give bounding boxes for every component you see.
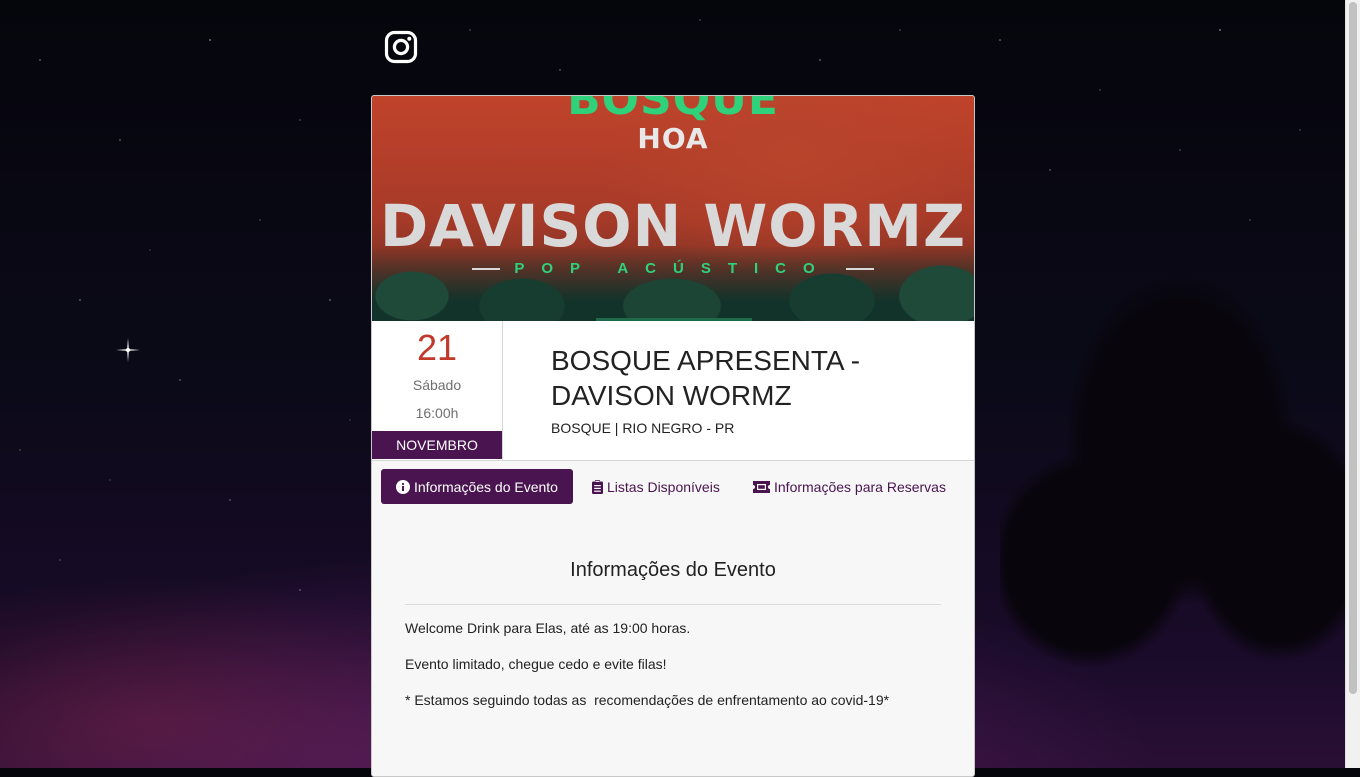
page-scrollbar[interactable] xyxy=(1345,0,1360,768)
event-weekday: Sábado xyxy=(412,377,462,393)
tab-lists[interactable]: Listas Disponíveis xyxy=(577,469,735,504)
event-tabs: Informações do Evento Listas Disponíveis… xyxy=(372,461,974,511)
section-paragraph: Welcome Drink para Elas, até as 19:00 ho… xyxy=(405,620,691,636)
tab-label: Informações para Reservas xyxy=(774,478,946,495)
scrollbar-thumb[interactable] xyxy=(1349,2,1357,694)
event-info: 21 Sábado 16:00h NOVEMBRO BOSQUE APRESEN… xyxy=(372,321,974,461)
section-heading: Informações do Evento xyxy=(570,559,776,581)
tab-reservations[interactable]: Informações para Reservas xyxy=(738,469,961,504)
event-month: NOVEMBRO xyxy=(372,431,502,459)
event-date-box: 21 Sábado 16:00h NOVEMBRO xyxy=(372,321,503,460)
event-banner: BOSQUE HOA DAVISON WORMZ POP ACÚSTICO xyxy=(372,96,974,321)
event-title: BOSQUE APRESENTA - DAVISON WORMZ xyxy=(551,345,861,411)
event-time: 16:00h xyxy=(415,405,459,421)
clipboard-icon xyxy=(592,480,603,495)
banner-genre: POP ACÚSTICO xyxy=(372,260,974,277)
tree-silhouette xyxy=(1000,180,1346,768)
tab-label: Listas Disponíveis xyxy=(607,478,720,495)
tab-label: Informações do Evento xyxy=(414,478,558,495)
section-paragraph: Evento limitado, chegue cedo e evite fil… xyxy=(405,656,667,672)
section-paragraph: * Estamos seguindo todas as recomendaçõe… xyxy=(405,692,890,708)
banner-artist: DAVISON WORMZ xyxy=(379,192,967,260)
tab-event-info[interactable]: Informações do Evento xyxy=(381,469,573,504)
section-divider xyxy=(405,604,941,605)
instagram-link[interactable] xyxy=(384,30,418,64)
instagram-icon xyxy=(384,30,418,64)
info-circle-icon xyxy=(396,480,410,495)
event-venue: BOSQUE | RIO NEGRO - PR xyxy=(551,420,735,436)
banner-brand-bottom: HOA xyxy=(637,122,709,155)
event-card: BOSQUE HOA DAVISON WORMZ POP ACÚSTICO 21… xyxy=(371,95,975,777)
banner-brand-top: BOSQUE xyxy=(567,96,779,125)
event-day: 21 xyxy=(416,327,458,368)
ticket-icon xyxy=(753,481,770,494)
event-info-section: Informações do Evento Welcome Drink para… xyxy=(405,556,941,727)
